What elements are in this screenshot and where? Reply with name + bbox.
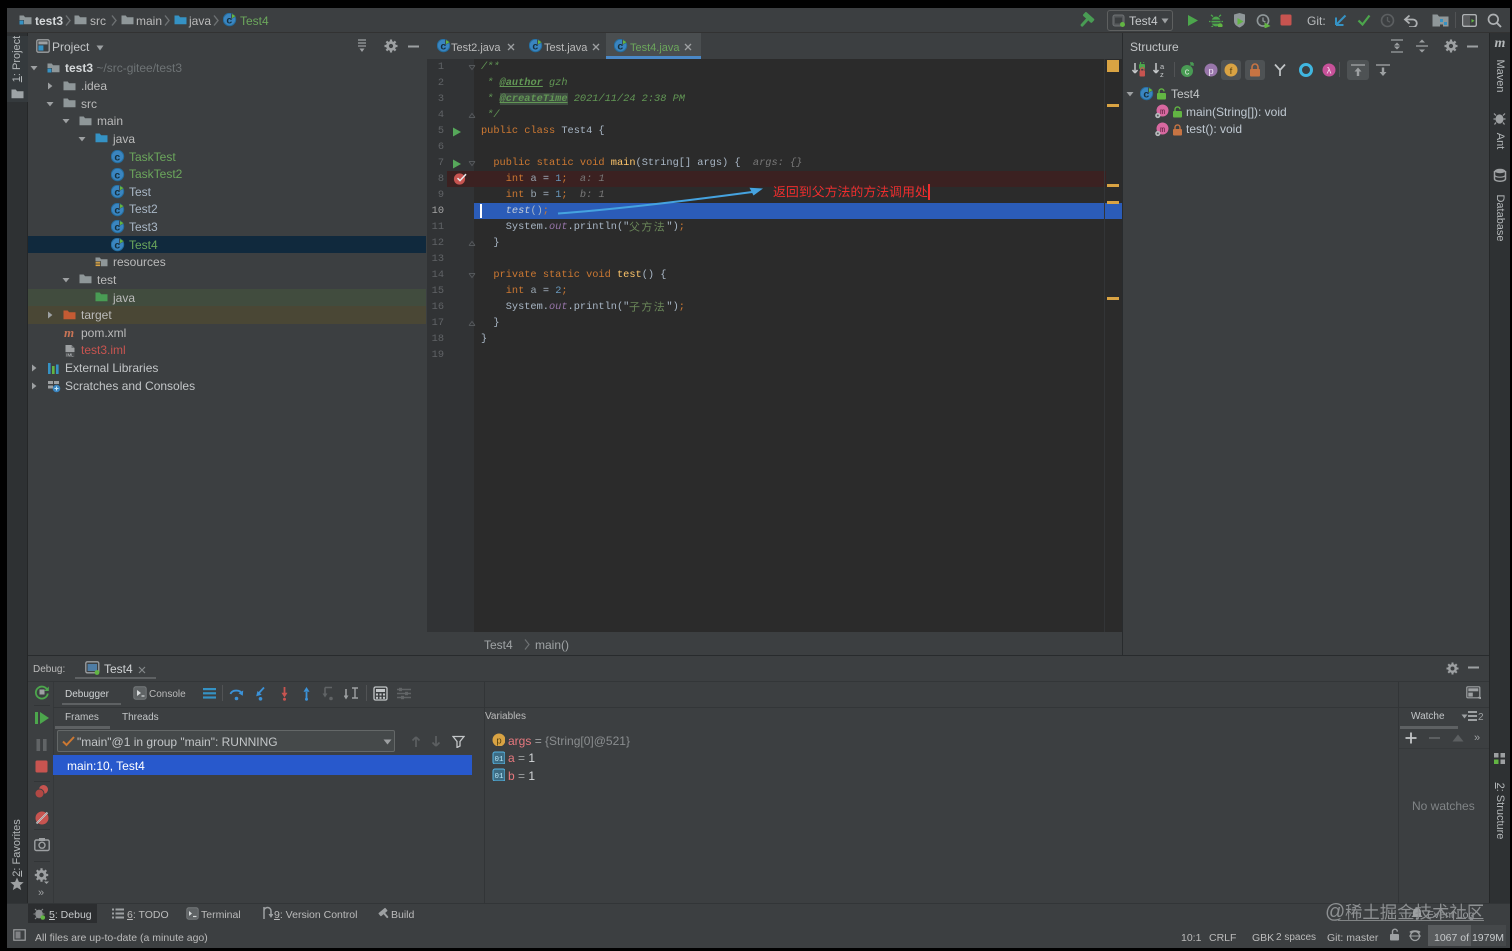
svg-text:p: p [496,736,501,746]
svg-text:m: m [1160,107,1165,117]
svg-text:c: c [114,151,120,163]
svg-text:z: z [1160,70,1164,78]
svg-text:p: p [1208,66,1213,77]
svg-text:f: f [1230,66,1233,77]
svg-text:c: c [1185,66,1190,76]
svg-text:m: m [64,326,74,340]
svg-text:m: m [1160,125,1165,135]
svg-text:c: c [114,169,120,181]
svg-text:IML: IML [66,352,74,357]
svg-text:01: 01 [494,756,504,764]
svg-text:01: 01 [494,773,504,781]
svg-text:λ: λ [1327,66,1332,77]
